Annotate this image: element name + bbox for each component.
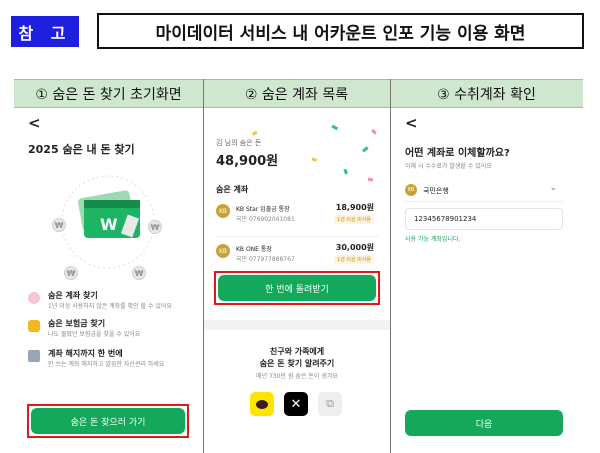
account-number-value: 12345678901234: [414, 215, 477, 223]
back-button[interactable]: <: [28, 114, 41, 132]
document-icon: [28, 350, 40, 362]
coin-bag-icon: [28, 320, 40, 332]
kb-bank-icon: KB: [405, 184, 417, 196]
section-title: 숨은 계좌: [216, 185, 249, 194]
feature-title: 계좌 해지까지 한 번에: [48, 349, 123, 358]
account-number: 국민 076902041081: [236, 216, 295, 223]
coin-icon: ₩: [148, 220, 162, 234]
account-amount: 30,000원: [335, 243, 374, 252]
screen-title: 2025 숨은 내 돈 찾기: [28, 143, 135, 156]
feature-list: 숨은 계좌 찾기 1년 이상 사용하지 않은 계좌를 확인 할 수 있어요 숨은…: [28, 290, 198, 376]
feature-desc: 안 쓰는 계좌 해지하고 깔끔한 자산관리 하세요: [48, 361, 165, 368]
question-title: 어떤 계좌로 이체할까요?: [405, 148, 510, 159]
account-amount: 18,900원: [335, 203, 374, 212]
share-subtitle: 매년 730만 원 숨은 돈이 생겨요: [256, 373, 338, 380]
feature-item: 숨은 보험금 찾기 나도 몰랐던 보험금을 찾을 수 있어요: [28, 318, 198, 348]
find-hidden-money-button[interactable]: 숨은 돈 찾으러 가기: [31, 408, 185, 434]
dormant-tag: 1년 이상 미사용: [334, 255, 374, 264]
column-heading-3: ③ 수취계좌 확인: [390, 79, 583, 108]
screen-receiving-account: < 어떤 계좌로 이체할까요? 이체 시 수수료가 발생할 수 있어요 KB 국…: [391, 108, 583, 453]
account-name: KB ONE 통장: [236, 246, 272, 253]
next-button[interactable]: 다음: [405, 410, 563, 436]
back-button[interactable]: <: [405, 114, 418, 132]
bank-select[interactable]: KB 국민은행 ⌄: [405, 180, 563, 202]
coin-icon: ₩: [64, 266, 78, 280]
feature-desc: 1년 이상 사용하지 않은 계좌를 확인 할 수 있어요: [48, 303, 172, 310]
owner-label: 김 님의 숨은 돈: [216, 139, 262, 147]
hero-illustration: W ₩ ₩ ₩ ₩: [50, 160, 166, 280]
chevron-down-icon: ⌄: [549, 183, 557, 193]
bank-name: 국민은행: [423, 187, 449, 195]
column-heading-2: ② 숨은 계좌 목록: [203, 79, 390, 108]
feature-item: 계좌 해지까지 한 번에 안 쓰는 계좌 해지하고 깔끔한 자산관리 하세요: [28, 348, 198, 376]
validation-hint: 사용 가능 계좌입니다.: [405, 236, 461, 243]
feature-title: 숨은 보험금 찾기: [48, 319, 106, 328]
feature-desc: 나도 몰랐던 보험금을 찾을 수 있어요: [48, 331, 141, 338]
coin-icon: ₩: [132, 266, 146, 280]
wallet-illustration: W: [61, 175, 155, 269]
dormant-tag: 1년 이상 미사용: [334, 215, 374, 224]
screen-hidden-money-home: < 2025 숨은 내 돈 찾기 W ₩ ₩ ₩ ₩ 숨은 계좌 찾기 1년 이…: [14, 108, 203, 453]
kb-bank-icon: KB: [216, 204, 230, 218]
screen-hidden-account-list: 김 님의 숨은 돈 48,900원 숨은 계좌 KB KB Star 입출금 통…: [204, 108, 390, 453]
reference-badge: 참 고: [11, 16, 79, 47]
hidden-total: 48,900원: [216, 154, 279, 169]
feature-item: 숨은 계좌 찾기 1년 이상 사용하지 않은 계좌를 확인 할 수 있어요: [28, 290, 198, 318]
fee-notice: 이체 시 수수료가 발생할 수 있어요: [405, 163, 492, 170]
column-heading-1: ① 숨은 돈 찾기 초기화면: [14, 79, 203, 108]
share-title-line-1: 친구와 가족에게: [269, 347, 325, 356]
account-name: KB Star 입출금 통장: [236, 206, 290, 213]
row-divider: [216, 236, 378, 237]
account-number-input[interactable]: 12345678901234: [405, 208, 563, 230]
x-icon[interactable]: ✕: [284, 392, 308, 416]
claim-all-button[interactable]: 한 번에 돌려받기: [218, 275, 376, 301]
kb-bank-icon: KB: [216, 244, 230, 258]
link-icon[interactable]: ⧉: [318, 392, 342, 416]
share-title-line-2: 숨은 돈 찾기 알려주기: [259, 359, 335, 368]
section-spacer: [204, 320, 390, 330]
account-number: 국민 077977888767: [236, 256, 295, 263]
kakaotalk-icon[interactable]: [250, 392, 274, 416]
gift-icon: [28, 292, 40, 304]
account-row[interactable]: KB KB Star 입출금 통장 국민 076902041081 18,900…: [216, 202, 378, 236]
feature-title: 숨은 계좌 찾기: [48, 291, 98, 300]
page-title: 마이데이터 서비스 내 어카운트 인포 기능 이용 화면: [97, 13, 584, 49]
coin-icon: ₩: [52, 218, 66, 232]
svg-text:W: W: [100, 215, 118, 234]
